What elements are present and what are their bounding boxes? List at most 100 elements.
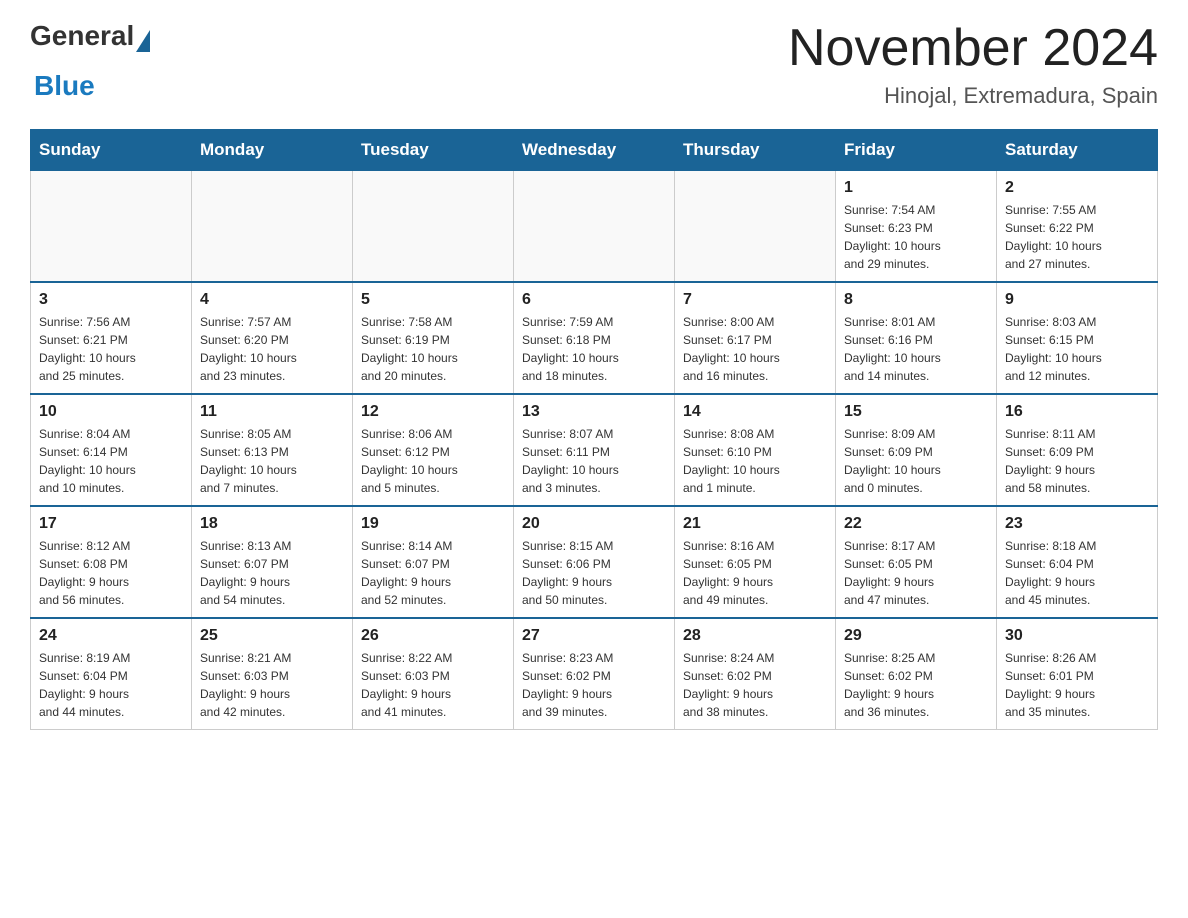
day-info: Sunrise: 8:04 AM Sunset: 6:14 PM Dayligh… xyxy=(39,425,183,497)
calendar-cell: 5Sunrise: 7:58 AM Sunset: 6:19 PM Daylig… xyxy=(353,282,514,394)
calendar-week-row: 1Sunrise: 7:54 AM Sunset: 6:23 PM Daylig… xyxy=(31,171,1158,283)
day-number: 25 xyxy=(200,627,344,645)
column-header-sunday: Sunday xyxy=(31,130,192,171)
day-number: 3 xyxy=(39,291,183,309)
day-number: 11 xyxy=(200,403,344,421)
day-info: Sunrise: 8:21 AM Sunset: 6:03 PM Dayligh… xyxy=(200,649,344,721)
day-number: 21 xyxy=(683,515,827,533)
calendar-table: SundayMondayTuesdayWednesdayThursdayFrid… xyxy=(30,129,1158,730)
location-text: Hinojal, Extremadura, Spain xyxy=(788,83,1158,109)
day-info: Sunrise: 8:23 AM Sunset: 6:02 PM Dayligh… xyxy=(522,649,666,721)
calendar-cell: 16 Sunrise: 8:11 AM Sunset: 6:09 PM Dayli… xyxy=(997,394,1158,506)
calendar-header-row: SundayMondayTuesdayWednesdayThursdayFrid… xyxy=(31,130,1158,171)
calendar-week-row: 10 Sunrise: 8:04 AM Sunset: 6:14 PM Dayli… xyxy=(31,394,1158,506)
calendar-cell: 7Sunrise: 8:00 AM Sunset: 6:17 PM Daylig… xyxy=(675,282,836,394)
day-number: 20 xyxy=(522,515,666,533)
day-info: Sunrise: 8:14 AM Sunset: 6:07 PM Dayligh… xyxy=(361,537,505,609)
day-info: Sunrise: 8:00 AM Sunset: 6:17 PM Dayligh… xyxy=(683,313,827,385)
day-info: Sunrise: 8:22 AM Sunset: 6:03 PM Dayligh… xyxy=(361,649,505,721)
calendar-cell: 27 Sunrise: 8:23 AM Sunset: 6:02 PM Dayli… xyxy=(514,618,675,730)
calendar-week-row: 17 Sunrise: 8:12 AM Sunset: 6:08 PM Dayli… xyxy=(31,506,1158,618)
day-number: 27 xyxy=(522,627,666,645)
day-info: Sunrise: 8:08 AM Sunset: 6:10 PM Dayligh… xyxy=(683,425,827,497)
day-info: Sunrise: 8:24 AM Sunset: 6:02 PM Dayligh… xyxy=(683,649,827,721)
day-info: Sunrise: 8:17 AM Sunset: 6:05 PM Dayligh… xyxy=(844,537,988,609)
day-info: Sunrise: 8:25 AM Sunset: 6:02 PM Dayligh… xyxy=(844,649,988,721)
day-number: 9 xyxy=(1005,291,1149,309)
day-number: 28 xyxy=(683,627,827,645)
calendar-cell: 2 Sunrise: 7:55 AM Sunset: 6:22 PM Daylig… xyxy=(997,171,1158,283)
calendar-cell: 13 Sunrise: 8:07 AM Sunset: 6:11 PM Dayli… xyxy=(514,394,675,506)
day-number: 29 xyxy=(844,627,988,645)
calendar-cell: 14Sunrise: 8:08 AM Sunset: 6:10 PM Dayli… xyxy=(675,394,836,506)
day-info: Sunrise: 8:12 AM Sunset: 6:08 PM Dayligh… xyxy=(39,537,183,609)
day-info: Sunrise: 8:18 AM Sunset: 6:04 PM Dayligh… xyxy=(1005,537,1149,609)
day-number: 24 xyxy=(39,627,183,645)
column-header-friday: Friday xyxy=(836,130,997,171)
calendar-cell: 1Sunrise: 7:54 AM Sunset: 6:23 PM Daylig… xyxy=(836,171,997,283)
day-info: Sunrise: 8:13 AM Sunset: 6:07 PM Dayligh… xyxy=(200,537,344,609)
calendar-cell: 24 Sunrise: 8:19 AM Sunset: 6:04 PM Dayli… xyxy=(31,618,192,730)
calendar-cell xyxy=(675,171,836,283)
calendar-cell: 21 Sunrise: 8:16 AM Sunset: 6:05 PM Dayli… xyxy=(675,506,836,618)
day-info: Sunrise: 8:07 AM Sunset: 6:11 PM Dayligh… xyxy=(522,425,666,497)
calendar-cell: 9 Sunrise: 8:03 AM Sunset: 6:15 PM Daylig… xyxy=(997,282,1158,394)
day-number: 16 xyxy=(1005,403,1149,421)
day-info: Sunrise: 7:55 AM Sunset: 6:22 PM Dayligh… xyxy=(1005,201,1149,273)
day-info: Sunrise: 8:11 AM Sunset: 6:09 PM Dayligh… xyxy=(1005,425,1149,497)
day-number: 6 xyxy=(522,291,666,309)
calendar-cell xyxy=(514,171,675,283)
day-number: 13 xyxy=(522,403,666,421)
day-number: 10 xyxy=(39,403,183,421)
calendar-cell: 23 Sunrise: 8:18 AM Sunset: 6:04 PM Dayli… xyxy=(997,506,1158,618)
calendar-cell: 29 Sunrise: 8:25 AM Sunset: 6:02 PM Dayli… xyxy=(836,618,997,730)
logo: General Blue xyxy=(30,20,150,102)
day-number: 17 xyxy=(39,515,183,533)
day-number: 18 xyxy=(200,515,344,533)
calendar-cell: 20Sunrise: 8:15 AM Sunset: 6:06 PM Dayli… xyxy=(514,506,675,618)
day-number: 4 xyxy=(200,291,344,309)
day-info: Sunrise: 8:19 AM Sunset: 6:04 PM Dayligh… xyxy=(39,649,183,721)
calendar-cell: 4 Sunrise: 7:57 AM Sunset: 6:20 PM Daylig… xyxy=(192,282,353,394)
calendar-cell: 22 Sunrise: 8:17 AM Sunset: 6:05 PM Dayli… xyxy=(836,506,997,618)
day-info: Sunrise: 8:26 AM Sunset: 6:01 PM Dayligh… xyxy=(1005,649,1149,721)
day-info: Sunrise: 7:58 AM Sunset: 6:19 PM Dayligh… xyxy=(361,313,505,385)
column-header-thursday: Thursday xyxy=(675,130,836,171)
column-header-monday: Monday xyxy=(192,130,353,171)
month-title: November 2024 xyxy=(788,20,1158,77)
day-number: 23 xyxy=(1005,515,1149,533)
day-info: Sunrise: 7:59 AM Sunset: 6:18 PM Dayligh… xyxy=(522,313,666,385)
calendar-cell: 11Sunrise: 8:05 AM Sunset: 6:13 PM Dayli… xyxy=(192,394,353,506)
day-number: 19 xyxy=(361,515,505,533)
title-block: November 2024 Hinojal, Extremadura, Spai… xyxy=(788,20,1158,109)
calendar-week-row: 3 Sunrise: 7:56 AM Sunset: 6:21 PM Daylig… xyxy=(31,282,1158,394)
calendar-cell: 28 Sunrise: 8:24 AM Sunset: 6:02 PM Dayli… xyxy=(675,618,836,730)
day-info: Sunrise: 8:16 AM Sunset: 6:05 PM Dayligh… xyxy=(683,537,827,609)
calendar-week-row: 24 Sunrise: 8:19 AM Sunset: 6:04 PM Dayli… xyxy=(31,618,1158,730)
calendar-cell: 17 Sunrise: 8:12 AM Sunset: 6:08 PM Dayli… xyxy=(31,506,192,618)
logo-triangle-icon xyxy=(136,30,150,52)
page-header: General Blue November 2024 Hinojal, Extr… xyxy=(30,20,1158,109)
calendar-cell: 19 Sunrise: 8:14 AM Sunset: 6:07 PM Dayli… xyxy=(353,506,514,618)
calendar-cell xyxy=(192,171,353,283)
calendar-cell: 18 Sunrise: 8:13 AM Sunset: 6:07 PM Dayli… xyxy=(192,506,353,618)
calendar-cell: 26 Sunrise: 8:22 AM Sunset: 6:03 PM Dayli… xyxy=(353,618,514,730)
day-info: Sunrise: 8:01 AM Sunset: 6:16 PM Dayligh… xyxy=(844,313,988,385)
calendar-cell: 3 Sunrise: 7:56 AM Sunset: 6:21 PM Daylig… xyxy=(31,282,192,394)
day-info: Sunrise: 7:57 AM Sunset: 6:20 PM Dayligh… xyxy=(200,313,344,385)
column-header-wednesday: Wednesday xyxy=(514,130,675,171)
day-info: Sunrise: 8:09 AM Sunset: 6:09 PM Dayligh… xyxy=(844,425,988,497)
day-info: Sunrise: 8:03 AM Sunset: 6:15 PM Dayligh… xyxy=(1005,313,1149,385)
calendar-cell xyxy=(353,171,514,283)
column-header-tuesday: Tuesday xyxy=(353,130,514,171)
day-info: Sunrise: 7:56 AM Sunset: 6:21 PM Dayligh… xyxy=(39,313,183,385)
calendar-cell: 8Sunrise: 8:01 AM Sunset: 6:16 PM Daylig… xyxy=(836,282,997,394)
day-number: 22 xyxy=(844,515,988,533)
day-number: 12 xyxy=(361,403,505,421)
calendar-cell: 6 Sunrise: 7:59 AM Sunset: 6:18 PM Daylig… xyxy=(514,282,675,394)
calendar-cell: 25 Sunrise: 8:21 AM Sunset: 6:03 PM Dayli… xyxy=(192,618,353,730)
calendar-cell: 12Sunrise: 8:06 AM Sunset: 6:12 PM Dayli… xyxy=(353,394,514,506)
day-number: 2 xyxy=(1005,179,1149,197)
day-number: 30 xyxy=(1005,627,1149,645)
day-number: 26 xyxy=(361,627,505,645)
